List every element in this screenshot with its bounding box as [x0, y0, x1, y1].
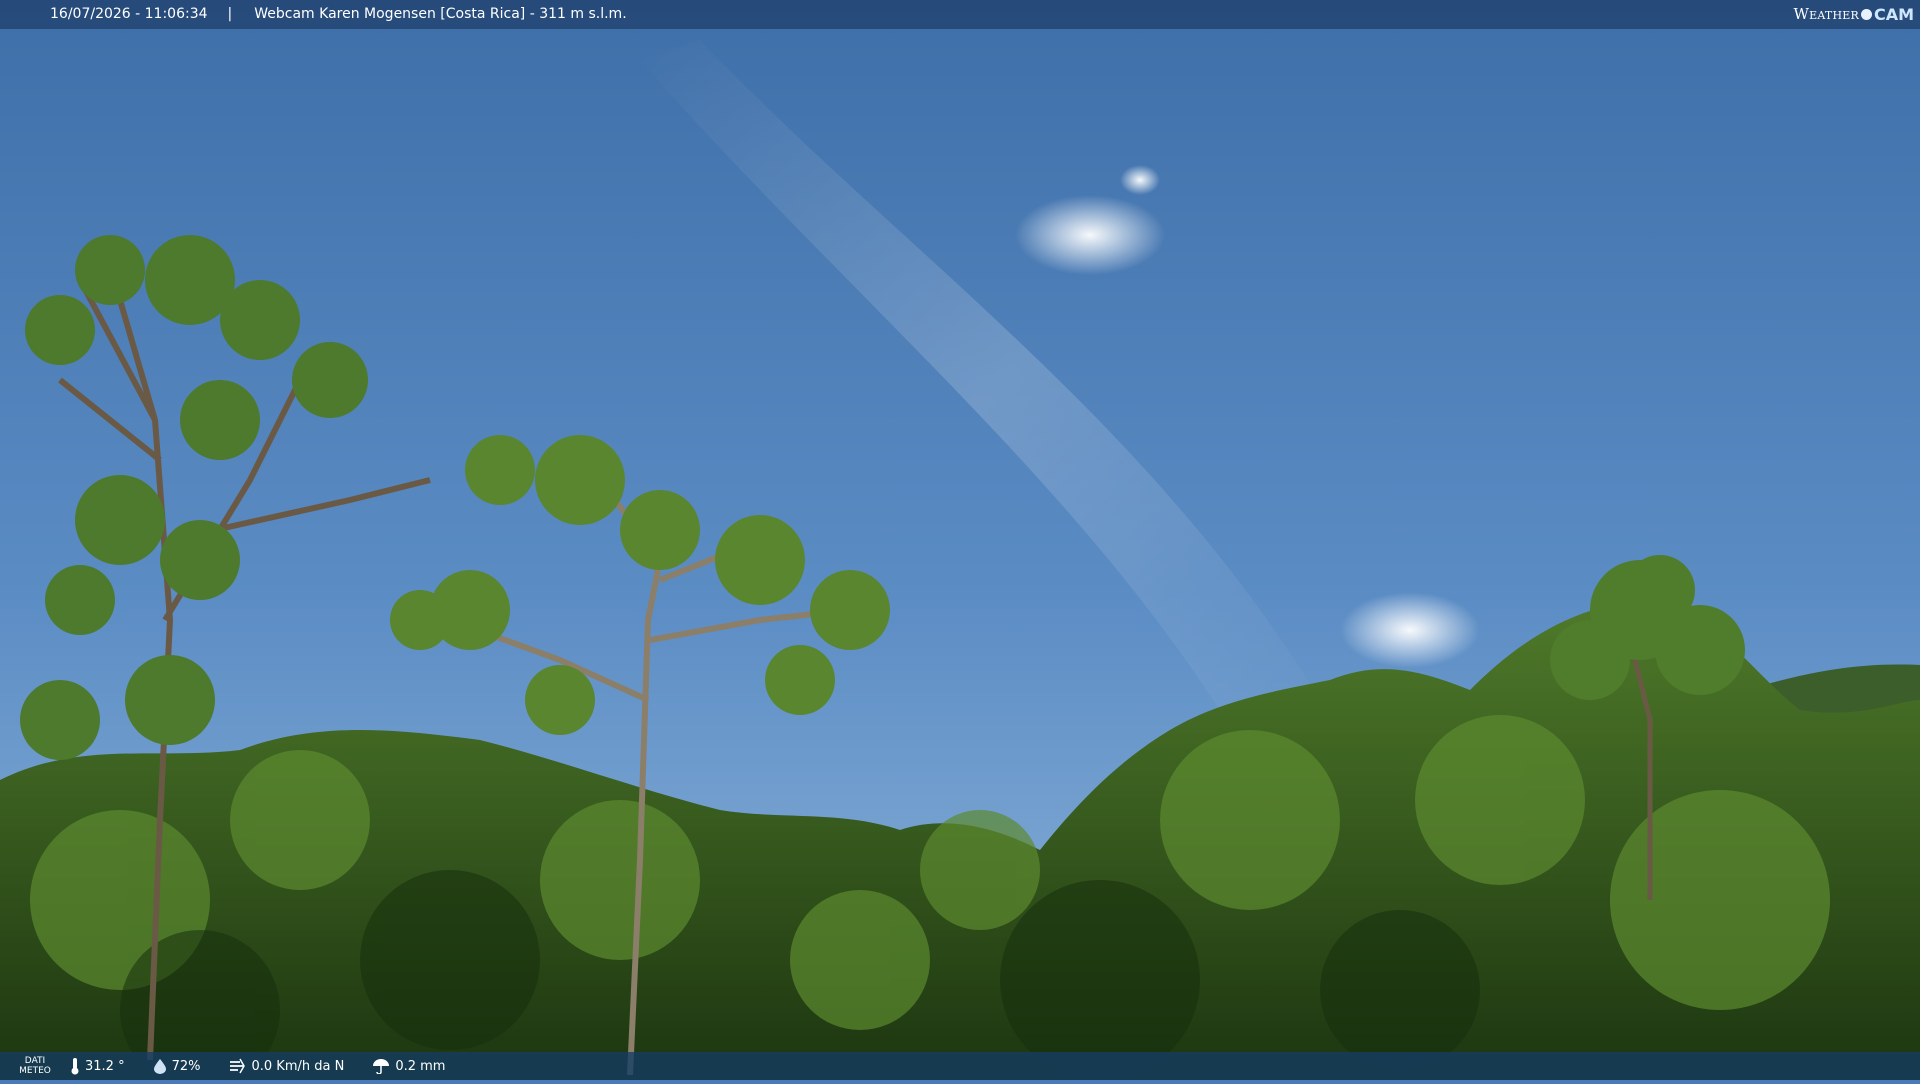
- cloud-puff: [1120, 165, 1160, 195]
- temperature-reading: 31.2 °: [70, 1057, 125, 1075]
- umbrella-icon: [373, 1059, 390, 1074]
- weather-data-bar: DATI METEO 31.2 ° 72% 0.0 Km/h da N 0.2 …: [0, 1052, 1920, 1080]
- rain-value: 0.2 mm: [395, 1058, 446, 1074]
- brand-prefix: Weather: [1793, 5, 1859, 23]
- webcam-title: Webcam Karen Mogensen [Costa Rica] - 311…: [254, 6, 627, 22]
- temperature-value: 31.2 °: [85, 1058, 125, 1074]
- thermometer-icon: [71, 1058, 79, 1075]
- wind-icon: [230, 1058, 246, 1074]
- wind-value: 0.0 Km/h da N: [251, 1058, 345, 1074]
- webcam-image: [0, 0, 1920, 1084]
- humidity-value: 72%: [171, 1058, 201, 1074]
- humidity-drop-icon: [153, 1059, 166, 1074]
- meteo-label: DATI METEO: [19, 1056, 51, 1076]
- cloud-right: [1340, 592, 1480, 668]
- top-info-bar: 16/07/2026 - 11:06:34 | Webcam Karen Mog…: [0, 0, 1920, 29]
- humidity-reading: 72%: [153, 1058, 201, 1074]
- brand-suffix: CAM: [1873, 5, 1914, 24]
- separator: |: [227, 6, 233, 22]
- datetime-stamp: 16/07/2026 - 11:06:34: [50, 6, 208, 22]
- wind-reading: 0.0 Km/h da N: [228, 1058, 344, 1074]
- rain-reading: 0.2 mm: [372, 1058, 445, 1074]
- landscape-scene: [0, 0, 1920, 1084]
- weathercam-logo: Weather CAM: [1794, 0, 1914, 29]
- brand-dot-icon: [1860, 9, 1872, 20]
- small-cloud: [1015, 195, 1165, 275]
